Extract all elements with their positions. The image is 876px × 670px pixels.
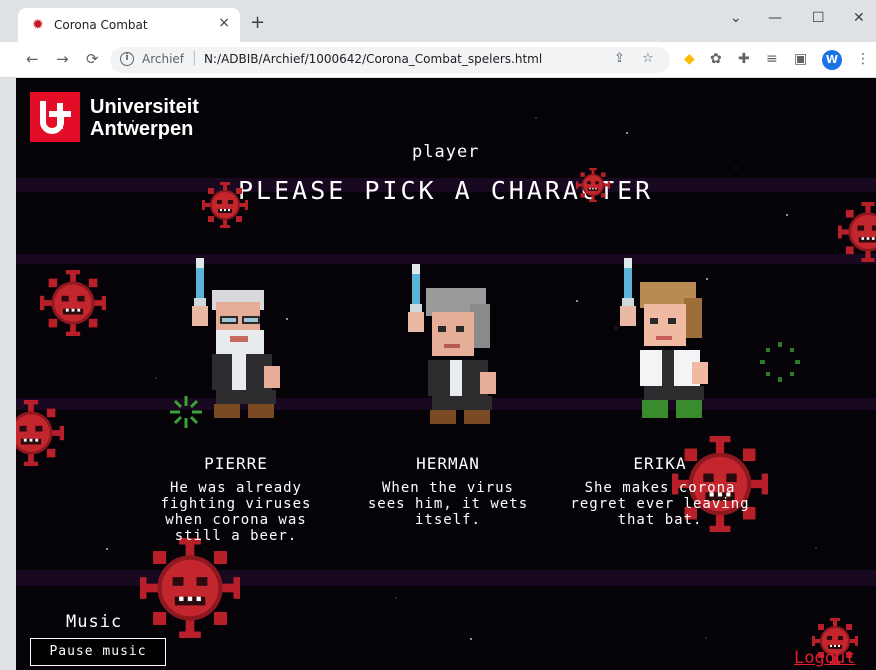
tab-title: Corona Combat <box>54 18 148 32</box>
player-label: player <box>412 142 480 162</box>
spark-icon <box>760 342 800 382</box>
toolbar: ← → ⟳ i Archief | N:/ADBIB/Archief/10006… <box>0 42 876 78</box>
logo-line-1: Universiteit <box>90 96 199 118</box>
address-bar[interactable]: i Archief | N:/ADBIB/Archief/1000642/Cor… <box>110 47 670 73</box>
virus-icon <box>575 167 611 203</box>
info-icon[interactable]: i <box>120 52 134 66</box>
url-text[interactable]: N:/ADBIB/Archief/1000642/Corona_Combat_s… <box>204 52 542 66</box>
address-separator: | <box>192 50 197 66</box>
extension-icon[interactable]: ◆ <box>684 51 695 67</box>
new-tab-button[interactable]: + <box>250 14 265 32</box>
virus-icon <box>201 181 249 229</box>
forward-button[interactable]: → <box>56 51 69 67</box>
virus-icon <box>38 268 108 338</box>
maximize-button[interactable]: ☐ <box>812 10 825 26</box>
character-erika-sprite[interactable] <box>604 258 714 438</box>
character-name-pierre[interactable]: PIERRE <box>166 454 306 473</box>
back-button[interactable]: ← <box>26 51 39 67</box>
star <box>286 318 288 320</box>
virus-icon <box>16 398 66 468</box>
logo-text: Universiteit Antwerpen <box>90 96 199 140</box>
logout-link[interactable]: Logout <box>794 648 855 668</box>
close-tab-icon[interactable]: × <box>218 15 230 31</box>
virus-icon <box>836 200 876 264</box>
pause-music-button[interactable]: Pause music <box>30 638 166 666</box>
character-desc-pierre: He was already fighting viruses when cor… <box>160 480 312 544</box>
virus-icon <box>140 538 240 638</box>
reading-list-icon[interactable]: ≡ <box>766 51 778 67</box>
star <box>576 300 578 302</box>
game-canvas: Universiteit Antwerpen player PLEASE PIC… <box>16 78 876 670</box>
logo-line-2: Antwerpen <box>90 118 194 140</box>
puzzle-icon[interactable]: ✚ <box>738 51 750 67</box>
browser-tab-strip: ✹ Corona Combat × + ⌄ — ☐ ✕ <box>0 0 876 42</box>
side-panel-icon[interactable]: ▣ <box>794 51 807 67</box>
character-pierre-sprite[interactable] <box>176 258 286 438</box>
site-label: Archief <box>142 52 185 66</box>
star <box>470 638 472 640</box>
star <box>626 132 628 134</box>
character-name-herman[interactable]: HERMAN <box>378 454 518 473</box>
avatar[interactable]: W <box>822 50 842 70</box>
music-label: Music <box>66 612 123 632</box>
reload-button[interactable]: ⟳ <box>86 51 99 67</box>
minimize-button[interactable]: — <box>768 10 782 26</box>
university-logo: Universiteit Antwerpen <box>30 92 220 144</box>
character-desc-erika: She makes corona regret ever leaving tha… <box>570 480 750 528</box>
favicon-virus-icon: ✹ <box>32 17 44 33</box>
share-icon[interactable]: ⇪ <box>614 51 625 66</box>
character-herman-sprite[interactable] <box>392 264 502 444</box>
menu-icon[interactable]: ⋮ <box>856 51 870 67</box>
star <box>106 548 108 550</box>
browser-tab[interactable]: ✹ Corona Combat × <box>18 8 240 42</box>
close-window-button[interactable]: ✕ <box>853 10 865 26</box>
character-desc-herman: When the virus sees him, it wets itself. <box>367 480 529 528</box>
star-icon[interactable]: ☆ <box>642 51 654 66</box>
tab-search-icon[interactable]: ⌄ <box>730 10 742 26</box>
character-name-erika[interactable]: ERIKA <box>590 454 730 473</box>
extension-icon[interactable]: ✿ <box>710 51 722 67</box>
logo-mark-icon <box>30 92 80 142</box>
star <box>786 214 788 216</box>
nebula-band <box>16 254 876 264</box>
